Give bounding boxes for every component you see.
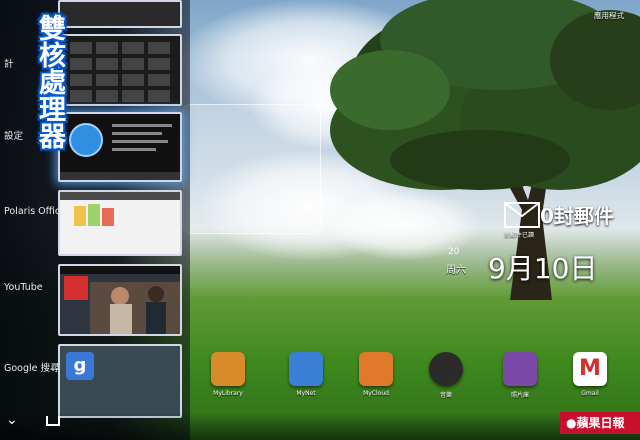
- promo-text: 雙核處理器: [34, 14, 65, 149]
- mail-count: 0封郵件: [540, 204, 614, 228]
- dock-item-music[interactable]: 音樂: [416, 352, 476, 399]
- dock-item-gmail[interactable]: M Gmail: [560, 352, 620, 397]
- thumb-google-search[interactable]: g: [58, 344, 182, 418]
- settings-widget[interactable]: ⚙: [183, 104, 321, 234]
- cloud-icon: [359, 352, 393, 386]
- mail-widget[interactable]: 0封郵件 新郵件已讀: [500, 196, 630, 240]
- recent-app-label[interactable]: Google 搜尋: [4, 360, 60, 374]
- mail-caption: 新郵件已讀: [504, 232, 535, 239]
- keypad-grid: [70, 42, 170, 102]
- gallery-icon: [503, 352, 537, 386]
- google-icon: g: [66, 352, 94, 380]
- dock-item-mynet[interactable]: MyNet: [276, 352, 336, 397]
- dock-item-mylibrary[interactable]: MyLibrary: [198, 352, 258, 397]
- date: 9月10日: [488, 252, 598, 285]
- weekday: 周六: [446, 265, 466, 276]
- thumb-youtube[interactable]: [58, 264, 182, 336]
- clock-widget[interactable]: 20 周六 9月10日: [430, 245, 630, 285]
- mynet-icon: [289, 352, 323, 386]
- home-screen: ⚙ 應用程式 0封郵件 新郵件已讀 20 周六 9月10日 g 計 設定 Pol…: [0, 0, 640, 440]
- home-icon[interactable]: [46, 416, 60, 426]
- watermark-badge: ●蘋果日報: [560, 412, 640, 434]
- recent-app-label[interactable]: Polaris Offic: [4, 206, 60, 217]
- year-fragment: 20: [448, 247, 460, 257]
- thumb-settings[interactable]: [58, 112, 182, 182]
- library-icon: [211, 352, 245, 386]
- thumb-calculator-keypad[interactable]: [58, 34, 182, 106]
- envelope-icon: [504, 202, 540, 228]
- recent-app-label[interactable]: 計: [4, 56, 14, 70]
- chevron-down-icon[interactable]: ⌄: [6, 412, 18, 428]
- apps-button[interactable]: 應用程式: [594, 10, 624, 21]
- gmail-icon: M: [573, 352, 607, 386]
- dock-item-gallery[interactable]: 照片庫: [490, 352, 550, 399]
- dock-item-mycloud[interactable]: MyCloud: [346, 352, 406, 397]
- thumb-calculator[interactable]: [58, 0, 182, 28]
- apple-icon: ●: [566, 416, 577, 430]
- polaris-preview: [60, 192, 180, 226]
- gear-icon[interactable]: ⚙: [301, 201, 314, 217]
- settings-preview: [60, 123, 180, 180]
- system-bar: ⌄: [0, 412, 640, 440]
- headphones-icon: [429, 352, 463, 386]
- recent-app-label[interactable]: YouTube: [4, 282, 43, 293]
- thumb-polaris-office[interactable]: [58, 190, 182, 256]
- youtube-preview: [60, 266, 180, 334]
